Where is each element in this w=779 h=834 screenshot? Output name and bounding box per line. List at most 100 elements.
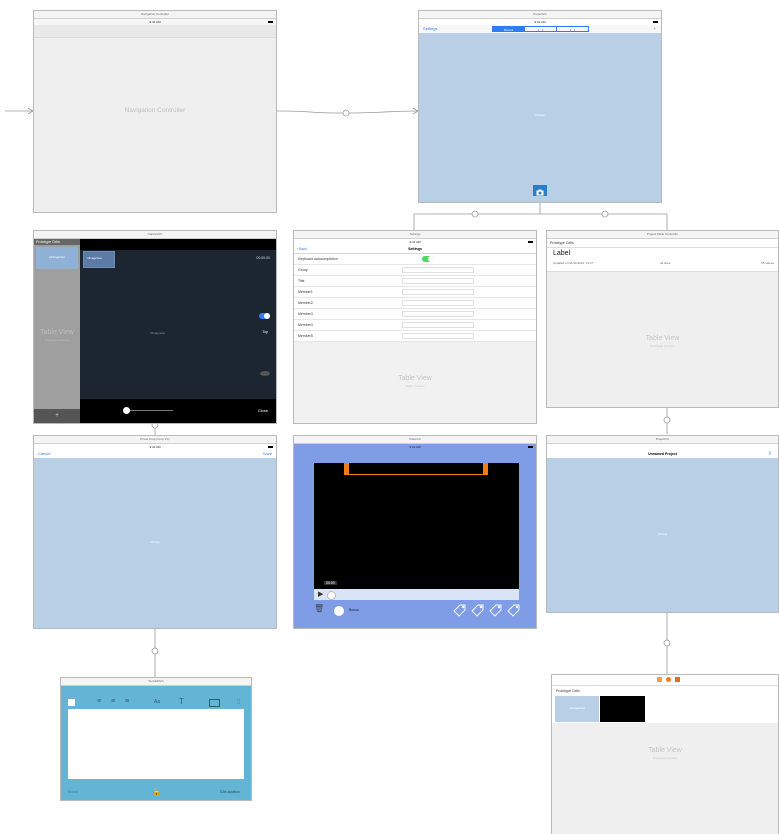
scrubber[interactable]: ▶ (314, 589, 519, 600)
text-field[interactable] (402, 289, 474, 295)
row-label: Member1 (298, 290, 313, 294)
trash-icon[interactable]: ▯ (237, 698, 240, 705)
trash-icon[interactable]: 🗑 (314, 604, 324, 613)
top-label: Top (262, 330, 268, 334)
close-button[interactable]: Close (258, 408, 268, 413)
camera-button[interactable] (533, 185, 547, 196)
trim-handle-right[interactable] (483, 463, 488, 475)
capture-side-table[interactable]: Prototype Cells cellImageView Table View… (34, 239, 80, 423)
add-cell-button[interactable]: + (34, 409, 80, 423)
keyboard-icon[interactable] (209, 699, 220, 707)
navigation-bar: ‹ Back Settings (294, 245, 536, 254)
status-time: 9:41 AM (149, 445, 161, 449)
scrubber-thumb[interactable] (327, 591, 336, 600)
bonus-toggle[interactable] (334, 606, 344, 616)
trim-handle-left[interactable] (344, 463, 349, 475)
image-cell[interactable]: cellImageView (555, 696, 599, 722)
row-label: Title (298, 279, 305, 283)
vc-icon[interactable] (675, 677, 680, 682)
status-time: 9:41 AM (409, 445, 421, 449)
settings-scene[interactable]: Settings 9:41 AM ‹ Back Settings Keyboar… (293, 230, 537, 424)
text-area[interactable] (68, 709, 244, 779)
status-time: 9:41 AM (534, 20, 546, 24)
scene-title: Photo Crop (Crop VC) (34, 436, 276, 444)
slider-thumb[interactable] (123, 407, 130, 414)
row-label: Member2 (298, 301, 313, 305)
text-field[interactable] (402, 311, 474, 317)
exit-icon[interactable] (666, 677, 671, 682)
image-view-thumb[interactable]: UIImageView (83, 251, 115, 268)
settings-row[interactable]: Member5 (294, 331, 536, 342)
top-toggle[interactable] (259, 313, 270, 319)
battery-icon (528, 446, 533, 448)
duration-label: 3.5s duration (219, 790, 240, 794)
first-responder-icon[interactable] (657, 677, 662, 682)
trim-range[interactable] (344, 463, 488, 475)
settings-row[interactable]: Title (294, 276, 536, 287)
bonus-label: Bonus (349, 608, 359, 612)
text-field[interactable] (402, 333, 474, 339)
prototype-cells-header: Prototype Cells (34, 239, 80, 245)
camera-icon (536, 189, 544, 196)
share-icon[interactable]: ⇧ (768, 450, 772, 458)
tag-icons[interactable] (452, 601, 522, 617)
align-center-icon[interactable]: ≡ (111, 698, 115, 705)
cell-updated: Updated on 01/11/2016, 14:27 (553, 261, 594, 265)
nav-title: Unnamed Project (648, 452, 677, 456)
text-field[interactable] (402, 278, 474, 284)
row-label: Keyboard autocompletion (298, 257, 338, 261)
scene-title: Settings (294, 231, 536, 239)
cell-title: Label (553, 250, 571, 257)
text-field[interactable] (402, 322, 474, 328)
project-table-scene[interactable]: Project Table Controller Prototype Cells… (546, 230, 779, 408)
bottom-table-scene[interactable]: Prototype Cells cellImageView Table View… (551, 674, 779, 834)
video-scene[interactable]: VideoVC 9:41 AM 00:00 ▶ 🗑 Bonus (293, 435, 537, 629)
align-left-icon[interactable]: ≡ (97, 698, 101, 705)
photo-crop-scene[interactable]: Photo Crop (Crop VC) 9:41 AM Cancel Save… (33, 435, 277, 629)
navigation-controller-scene[interactable]: Navigation Controller 9:41 AM Navigation… (33, 10, 277, 213)
font-button[interactable]: T (179, 697, 184, 706)
status-time: 9:41 AM (409, 240, 421, 244)
battery-icon (268, 21, 273, 23)
segment-1-1[interactable]: 1 : 1 (556, 27, 588, 32)
timer-label: 00:00:00 (256, 256, 270, 260)
settings-row[interactable]: Member3 (294, 309, 536, 320)
segment-4-3[interactable]: 4 : 3 (524, 27, 556, 32)
video-player[interactable]: 00:00 ▶ (314, 463, 519, 600)
text-field[interactable] (402, 300, 474, 306)
cell-image-label: cellImageView (48, 256, 66, 259)
timecode-label: 00:00 (324, 581, 337, 585)
add-button[interactable]: + (654, 25, 656, 33)
settings-row[interactable]: Member2 (294, 298, 536, 309)
lock-icon[interactable]: 🔓 (152, 788, 161, 796)
project-detail-scene[interactable]: ProjectVC Unnamed Project ⇧ UIView (546, 435, 779, 613)
color-swatch[interactable] (68, 699, 75, 706)
settings-row[interactable]: Keyboard autocompletion (294, 254, 536, 265)
settings-row[interactable]: Member4 (294, 320, 536, 331)
project-cell[interactable]: Label Updated on 01/11/2016, 14:27 44 li… (547, 248, 778, 272)
scene-title: Navigation Controller (34, 11, 276, 19)
play-icon[interactable]: ▶ (318, 590, 323, 598)
segmented-control[interactable]: Recent 4 : 3 1 : 1 (492, 26, 589, 32)
settings-button[interactable]: Settings (423, 25, 437, 33)
text-editor-scene[interactable]: Text EditVC ≡ ≡ ≡ Aa T ▯ Bonus 🔓 3.5s du… (60, 677, 252, 801)
align-right-icon[interactable]: ≡ (125, 698, 129, 705)
cancel-button[interactable]: Cancel (38, 450, 50, 458)
font-size-button[interactable]: Aa (154, 699, 160, 705)
prototype-cells-header: Prototype Cells (552, 686, 778, 696)
scene-title: ProjectVC (419, 11, 661, 19)
text-field[interactable] (402, 267, 474, 273)
capture-main-view: UIImageView 00:00:00 UIImageView Top (80, 250, 276, 401)
autocompletion-toggle[interactable] (422, 256, 434, 262)
eye-icon[interactable] (260, 371, 270, 376)
prototype-cells-header: Prototype Cells (547, 239, 778, 248)
segment-recent[interactable]: Recent (493, 27, 524, 32)
project-list-scene[interactable]: ProjectVC 9:41 AM Settings Recent 4 : 3 … (418, 10, 662, 203)
capture-scene[interactable]: CaptureVC Prototype Cells cellImageView … (33, 230, 277, 424)
settings-row[interactable]: Group (294, 265, 536, 276)
settings-row[interactable]: Member1 (294, 287, 536, 298)
video-cell[interactable] (600, 696, 645, 722)
prototype-cell[interactable]: cellImageView (36, 247, 78, 269)
slider[interactable] (123, 407, 173, 414)
save-button[interactable]: Save (263, 450, 272, 458)
